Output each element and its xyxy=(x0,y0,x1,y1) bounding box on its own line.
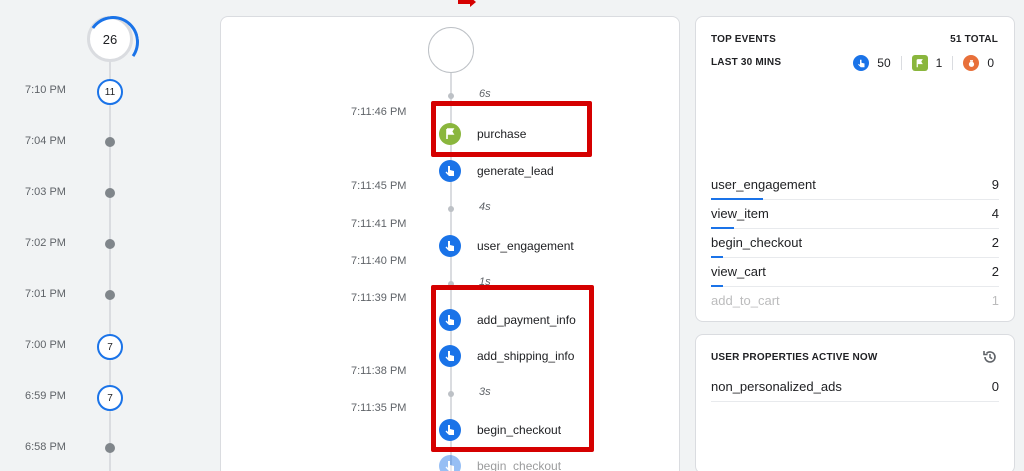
minute-row[interactable]: 7:00 PM 7 xyxy=(0,331,200,361)
gap-dot xyxy=(448,93,454,99)
event-timestamp: 7:11:39 PM xyxy=(351,292,407,304)
minute-row[interactable]: 7:04 PM xyxy=(0,127,200,157)
history-icon[interactable] xyxy=(982,349,998,365)
event-count: 9 xyxy=(991,177,999,192)
count-value: 50 xyxy=(877,56,891,70)
touch-icon xyxy=(853,55,870,71)
minute-dot[interactable] xyxy=(105,137,115,147)
event-timestamp: 7:11:38 PM xyxy=(351,365,407,377)
event-item-begin-checkout[interactable]: begin_checkout xyxy=(439,454,659,471)
minute-dot[interactable] xyxy=(105,188,115,198)
events-total: 51 TOTAL xyxy=(950,34,998,45)
event-timestamp: 7:11:40 PM xyxy=(351,255,407,267)
event-item-user-engagement[interactable]: user_engagement xyxy=(439,234,659,258)
stream-start-circle xyxy=(428,27,474,73)
minute-time: 7:03 PM xyxy=(25,186,66,198)
highlight-box xyxy=(431,101,592,157)
event-name: view_item xyxy=(711,206,769,221)
arrow-right-icon xyxy=(458,0,476,7)
event-name: begin_checkout xyxy=(477,459,562,471)
standard-event-count: 50 xyxy=(853,55,891,71)
event-name: generate_lead xyxy=(477,164,554,178)
event-item-generate-lead[interactable]: generate_lead xyxy=(439,159,659,183)
card-title: TOP EVENTS xyxy=(711,34,776,45)
minute-time: 7:10 PM xyxy=(25,84,66,96)
minute-time: 7:00 PM xyxy=(25,339,66,351)
minute-dot[interactable] xyxy=(105,290,115,300)
minute-count-badge[interactable]: 7 xyxy=(97,334,123,360)
divider xyxy=(900,56,902,70)
minute-row[interactable]: 7:03 PM xyxy=(0,178,200,208)
count-value: 1 xyxy=(935,56,943,70)
card-title: USER PROPERTIES ACTIVE NOW xyxy=(711,352,878,363)
minute-timeline: 26 7:10 PM 11 7:04 PM 7:03 PM 7:02 PM 7:… xyxy=(0,0,200,471)
event-type-counts: 50 1 0 xyxy=(843,55,994,71)
minute-dot[interactable] xyxy=(105,239,115,249)
minute-time: 6:59 PM xyxy=(25,390,66,402)
top-events-card: TOP EVENTS 51 TOTAL LAST 30 MINS 50 1 0 … xyxy=(695,16,1015,322)
time-gap: 6s xyxy=(479,88,491,100)
event-count: 2 xyxy=(991,235,999,250)
conversion-event-count: 1 xyxy=(911,55,943,71)
top-event-row[interactable]: view_item 4 xyxy=(711,200,999,229)
event-name: user_engagement xyxy=(711,177,816,192)
user-property-row[interactable]: non_personalized_ads 0 xyxy=(711,373,999,402)
minute-row[interactable]: 6:59 PM 7 xyxy=(0,382,200,412)
minute-time: 7:04 PM xyxy=(25,135,66,147)
error-event-count: 0 xyxy=(963,55,994,71)
minute-time: 7:02 PM xyxy=(25,237,66,249)
touch-icon xyxy=(439,455,461,471)
count-value: 0 xyxy=(987,56,994,70)
minute-row[interactable]: 7:02 PM xyxy=(0,229,200,259)
event-timestamp: 7:11:46 PM xyxy=(351,106,407,118)
top-event-row[interactable]: begin_checkout 2 xyxy=(711,229,999,258)
touch-icon xyxy=(439,235,461,257)
event-count: 4 xyxy=(991,206,999,221)
top-event-row[interactable]: user_engagement 9 xyxy=(711,171,999,200)
gap-dot xyxy=(448,206,454,212)
property-name: non_personalized_ads xyxy=(711,379,842,394)
minute-row[interactable]: 6:58 PM xyxy=(0,433,200,463)
minute-row[interactable]: 7:01 PM xyxy=(0,280,200,310)
minute-time: 7:01 PM xyxy=(25,288,66,300)
event-count: 2 xyxy=(991,264,999,279)
flag-icon xyxy=(911,55,928,71)
event-name: begin_checkout xyxy=(711,235,803,250)
event-name: user_engagement xyxy=(477,239,574,253)
current-user-count[interactable]: 26 xyxy=(87,16,133,62)
time-gap: 4s xyxy=(479,201,491,213)
event-name: view_cart xyxy=(711,264,766,279)
minute-time: 6:58 PM xyxy=(25,441,66,453)
event-count: 1 xyxy=(991,293,999,308)
top-event-row[interactable]: view_cart 2 xyxy=(711,258,999,287)
property-value: 0 xyxy=(991,379,999,394)
event-timestamp: 7:11:45 PM xyxy=(351,180,407,192)
period-label: LAST 30 MINS xyxy=(711,57,782,68)
top-event-row[interactable]: add_to_cart 1 xyxy=(711,287,999,316)
highlight-box xyxy=(431,285,594,452)
touch-icon xyxy=(439,160,461,182)
minute-row[interactable]: 7:10 PM 11 xyxy=(0,76,200,106)
event-stream: 6s 7:11:46 PM purchase generate_lead 7:1… xyxy=(220,16,680,471)
minute-count-badge[interactable]: 11 xyxy=(97,79,123,105)
event-timestamp: 7:11:41 PM xyxy=(351,218,407,230)
minute-dot[interactable] xyxy=(105,443,115,453)
event-name: add_to_cart xyxy=(711,293,780,308)
divider xyxy=(952,56,954,70)
event-timestamp: 7:11:35 PM xyxy=(351,402,407,414)
minute-count-badge[interactable]: 7 xyxy=(97,385,123,411)
bug-icon xyxy=(963,55,980,71)
user-properties-card: USER PROPERTIES ACTIVE NOW non_personali… xyxy=(695,334,1015,471)
